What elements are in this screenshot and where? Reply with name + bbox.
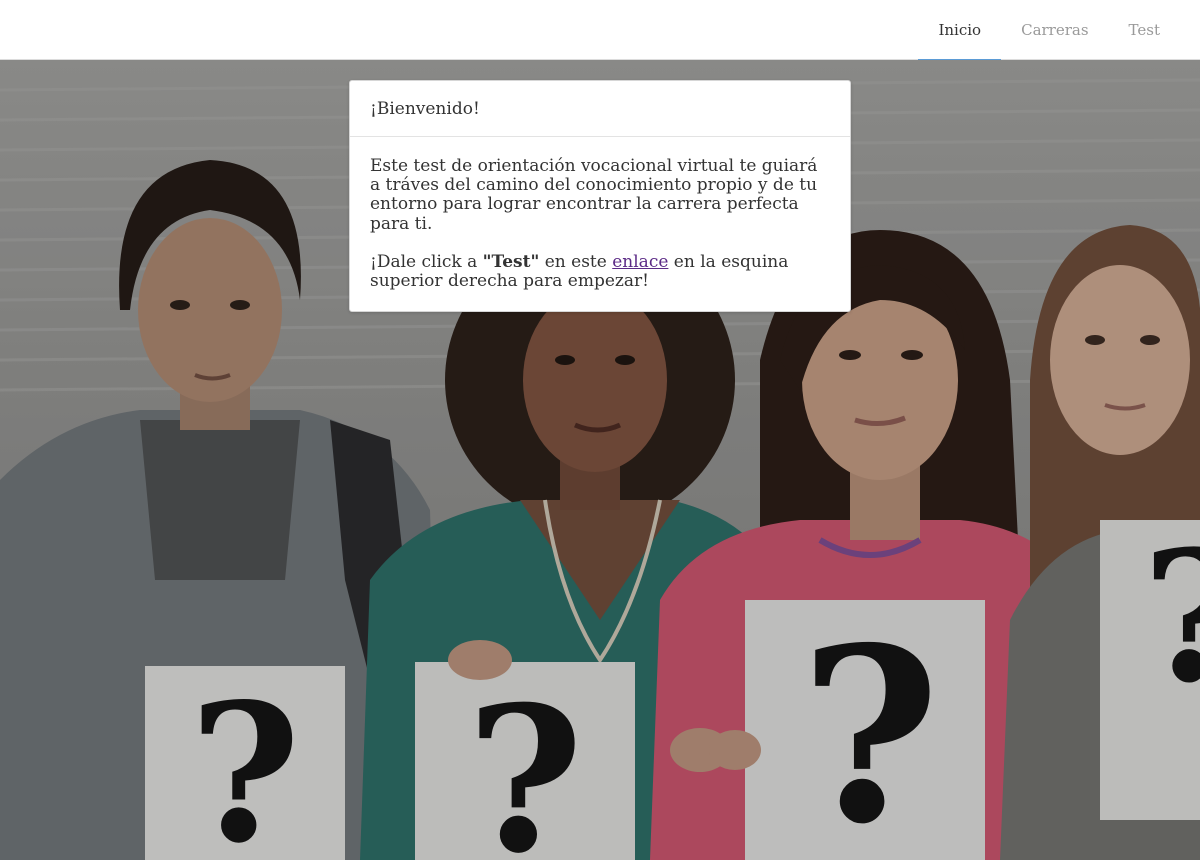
- intro-paragraph: Este test de orientación vocacional virt…: [370, 156, 818, 234]
- nav-item-inicio[interactable]: Inicio: [918, 0, 1001, 61]
- top-navbar: Inicio Carreras Test: [0, 0, 1200, 61]
- instruction-test-keyword: "Test": [482, 251, 540, 272]
- instruction-paragraph: ¡Dale click a "Test" en este enlace en l…: [370, 251, 830, 291]
- card-title: ¡Bienvenido!: [350, 81, 850, 137]
- nav-item-test[interactable]: Test: [1109, 0, 1180, 60]
- nav-menu: Inicio Carreras Test: [918, 0, 1180, 61]
- welcome-card: ¡Bienvenido! Este test de orientación vo…: [349, 80, 851, 312]
- enlace-link[interactable]: enlace: [612, 252, 668, 272]
- card-body: Este test de orientación vocacional virt…: [350, 137, 850, 291]
- instruction-middle: en este: [539, 251, 613, 272]
- nav-item-carreras[interactable]: Carreras: [1001, 0, 1108, 60]
- instruction-prefix: ¡Dale click a: [370, 251, 483, 272]
